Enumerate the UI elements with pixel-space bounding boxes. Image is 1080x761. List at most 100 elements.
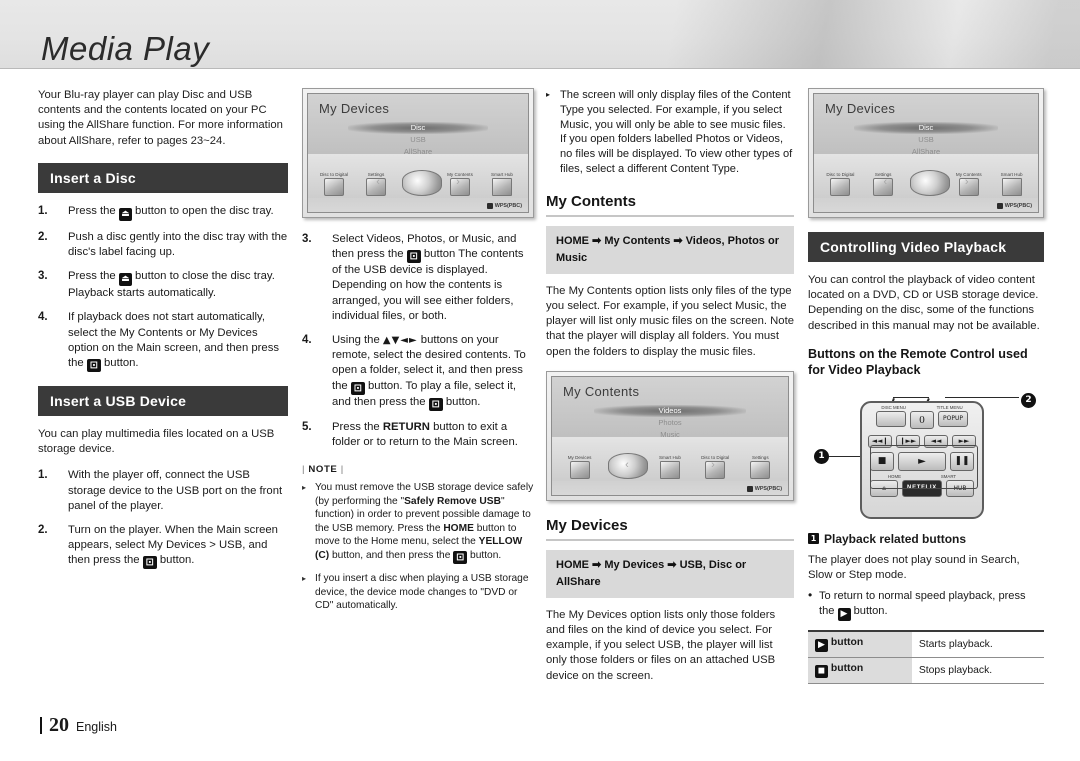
zero-button[interactable]: 0 (910, 410, 934, 429)
section-heading-controlling-video-playback: Controlling Video Playback (808, 232, 1044, 262)
chevron-left-icon: ‹ (883, 176, 888, 188)
disc-to-digital-icon (830, 178, 851, 196)
my-devices-body: The My Devices option lists only those f… (546, 608, 776, 682)
navigation-path-my-contents: HOME ➡ My Contents ➡ Videos, Photos or M… (546, 225, 794, 274)
step-text-tail: button. (104, 357, 139, 370)
tv-icon-row: Disc to Digital Settings My Contents Sma… (814, 154, 1038, 196)
tv-menu-options: Videos Photos Music (552, 404, 788, 441)
step-number: 3. (302, 233, 312, 245)
step-text-tail: button. (159, 554, 195, 567)
tv-screenshot-my-contents: My Contents Videos Photos Music My Devic… (546, 370, 794, 501)
chevron-right-icon: › (964, 176, 969, 188)
tv-icon-label: Smart Hub (491, 172, 513, 177)
list-item: 2. Push a disc gently into the disc tray… (38, 230, 288, 260)
my-contents-icon (450, 178, 470, 196)
tv-icon-row: Disc to Digital Settings My Contents Sma… (308, 154, 528, 196)
table-key-label: button (830, 637, 864, 649)
usb-intro-paragraph: You can play multimedia files located on… (38, 428, 275, 456)
table-key-label: button (830, 663, 864, 675)
step-text: Press the (68, 270, 116, 283)
eject-button-icon: ⏏ (118, 273, 132, 287)
playback-buttons-group-outline (870, 444, 978, 489)
play-button-icon: ▶ (815, 639, 828, 653)
footer-page-number: 20 (49, 714, 69, 736)
disc-steps-list: 1. Press the ⏏ button to open the disc t… (38, 204, 288, 373)
step-text: With the player off, connect the USB sto… (68, 469, 283, 512)
enter-button-icon: ⊡ (142, 556, 157, 570)
tv-icon-my-contents: My Contents (444, 172, 476, 196)
tv-option: Photos (658, 417, 682, 427)
disc-menu-button[interactable] (876, 410, 906, 427)
step-number: 5. (302, 420, 312, 433)
note-bar-right: | (340, 464, 344, 476)
step-number: 1. (38, 469, 48, 482)
callout-2-leader-line (945, 396, 1019, 399)
disc-icon (909, 170, 950, 196)
note-text: You must remove the USB storage device s… (315, 482, 534, 564)
wps-label: WPS(PBC) (1004, 203, 1032, 209)
page-footer: 20 English (40, 714, 117, 737)
list-item: ▸ The screen will only display files of … (546, 88, 794, 177)
list-item: ▸ You must remove the USB storage device… (302, 481, 534, 564)
footer-rule (40, 717, 42, 734)
wps-badge: WPS(PBC) (996, 203, 1032, 209)
step-text: Push a disc gently into the disc tray wi… (68, 230, 288, 259)
tv-icon-row: My Devices Smart Hub Disc to Digital Set… (552, 437, 788, 479)
list-item: 5. Press the RETURN button to exit a fol… (302, 420, 534, 450)
gear-icon (750, 460, 771, 479)
page-title: Media Play (41, 30, 210, 67)
enter-button-icon: ⊡ (350, 381, 365, 395)
tv-menu-options: Disc USB AllShare (814, 122, 1038, 158)
wps-label: WPS(PBC) (494, 203, 522, 209)
step-text: Press the (68, 204, 116, 217)
playback-buttons-heading: 1 Playback related buttons (808, 532, 1044, 546)
column-two: My Devices Disc USB AllShare Disc to Dig… (302, 88, 534, 621)
table-cell-key: ◼ button (808, 657, 912, 685)
step-text: Press the RETURN button to exit a folder… (332, 420, 518, 448)
tv-icon-my-devices: My Devices (563, 455, 597, 479)
tv-icon-label: Disc to Digital (701, 454, 730, 460)
tv-menu-options: Disc USB AllShare (308, 122, 528, 158)
tv-option-selected: Videos (594, 404, 746, 417)
list-item: 3. Press the ⏏ button to close the disc … (38, 269, 288, 301)
my-devices-icon (569, 460, 590, 479)
label-disc-menu: DISC MENU (881, 404, 906, 410)
column-one: Your Blu-ray player can play Disc and US… (38, 88, 288, 578)
tv-option: USB (410, 135, 426, 144)
section-heading-my-devices: My Devices (546, 517, 794, 541)
list-item: 3. Select Videos, Photos, or Music, and … (302, 232, 534, 324)
table-cell-value: Starts playback. (911, 630, 1044, 659)
note-list: ▸ You must remove the USB storage device… (302, 481, 534, 613)
list-item: • To return to normal speed playback, pr… (808, 588, 1044, 622)
tv-icon-smart-hub: Smart Hub (996, 172, 1028, 196)
note-text: If you insert a disc when playing a USB … (315, 573, 529, 612)
tv-option: USB (918, 135, 934, 144)
enter-button-icon: ⊡ (428, 397, 443, 411)
chevron-right-icon: › (711, 458, 715, 471)
popup-button[interactable]: POPUP (938, 410, 968, 427)
bullet-text: The screen will only display files of th… (560, 89, 793, 175)
tv-screen-title: My Devices (319, 101, 390, 116)
tv-option-selected: Disc (347, 122, 489, 134)
enter-button-icon: ⊡ (406, 250, 421, 264)
tv-icon-label: My Contents (447, 172, 473, 177)
tv-icon-label: My Devices (567, 454, 592, 460)
table-cell-value: Stops playback. (911, 657, 1044, 685)
tv-screen-title: My Contents (563, 383, 640, 399)
step-text-tail: button to open the disc tray. (135, 204, 274, 217)
smart-hub-icon (492, 178, 512, 196)
disc-to-digital-icon (324, 178, 344, 196)
tv-icon-label: Disc to Digital (319, 172, 349, 177)
dpad-arrows-icon: ▲▼◄► (382, 335, 418, 347)
tv-icon-label: Disc to Digital (826, 172, 855, 177)
tv-icon-smart-hub: Smart Hub (486, 172, 518, 196)
usb-steps-list: 1. With the player off, connect the USB … (38, 468, 288, 570)
play-button-icon: ▶ (837, 608, 851, 622)
bullet-icon: ▸ (302, 574, 307, 583)
tv-icon-disc-to-digital: Disc to Digital (318, 172, 350, 196)
manual-page: Media Play Your Blu-ray player can play … (0, 0, 1080, 761)
label-title-menu: TITLE MENU (936, 404, 963, 410)
tv-icon-smart-hub: Smart Hub (653, 455, 687, 479)
tv-icon-label: Smart Hub (1000, 172, 1023, 177)
callout-1: 1 (814, 448, 829, 464)
